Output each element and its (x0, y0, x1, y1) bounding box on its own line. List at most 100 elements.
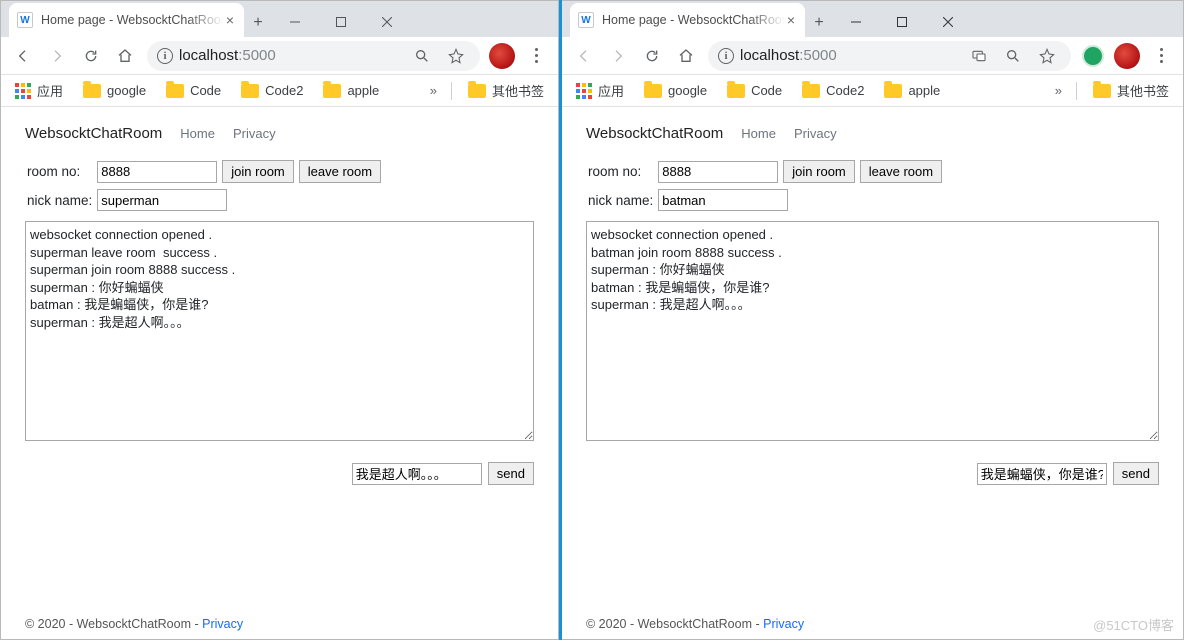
home-button[interactable] (109, 40, 141, 72)
bookmark-folder-code[interactable]: Code (158, 77, 229, 105)
zoom-icon[interactable] (408, 42, 436, 70)
folder-icon (727, 84, 745, 98)
send-button[interactable]: send (1113, 462, 1159, 485)
favicon-icon: W (578, 12, 594, 28)
site-info-icon[interactable]: i (718, 48, 734, 64)
room-no-input[interactable] (658, 161, 778, 183)
apps-button[interactable]: 应用 (7, 77, 71, 105)
window-maximize-button[interactable] (879, 7, 925, 37)
window-minimize-button[interactable] (833, 7, 879, 37)
url-host: localhost (740, 47, 799, 64)
tab-strip: W Home page - WebsocktChatRoom × + (562, 1, 1183, 37)
folder-icon (644, 84, 662, 98)
folder-icon (241, 84, 259, 98)
page-footer: © 2020 - WebsocktChatRoom - Privacy (1, 603, 558, 639)
join-room-button[interactable]: join room (222, 160, 293, 183)
browser-toolbar: i localhost:5000 (1, 37, 558, 75)
nav-link-home[interactable]: Home (741, 126, 776, 141)
forward-button[interactable] (41, 40, 73, 72)
profile-avatar[interactable] (1111, 40, 1143, 72)
back-button[interactable] (7, 40, 39, 72)
bookmarks-overflow-button[interactable]: » (424, 83, 443, 98)
bookmarks-bar: 应用 google Code Code2 apple » 其他书签 (562, 75, 1183, 107)
chrome-menu-button[interactable] (1145, 40, 1177, 72)
bookmark-folder-apple[interactable]: apple (876, 77, 948, 105)
nav-link-home[interactable]: Home (180, 126, 215, 141)
chrome-menu-button[interactable] (520, 40, 552, 72)
bookmark-folder-apple[interactable]: apple (315, 77, 387, 105)
other-bookmarks-button[interactable]: 其他书签 (1085, 77, 1177, 105)
site-navbar: WebsocktChatRoom Home Privacy (25, 119, 534, 148)
folder-icon (323, 84, 341, 98)
window-close-button[interactable] (364, 7, 410, 37)
reload-button[interactable] (75, 40, 107, 72)
zoom-icon[interactable] (999, 42, 1027, 70)
leave-room-button[interactable]: leave room (860, 160, 942, 183)
folder-icon (802, 84, 820, 98)
apps-grid-icon (15, 83, 31, 99)
browser-toolbar: i localhost:5000 (562, 37, 1183, 75)
bookmark-star-icon[interactable] (1033, 42, 1061, 70)
apps-label: 应用 (598, 81, 624, 100)
message-input[interactable] (352, 463, 482, 485)
tab-title: Home page - WebsocktChatRoom (41, 13, 224, 27)
message-input[interactable] (977, 463, 1107, 485)
tab-active[interactable]: W Home page - WebsocktChatRoom × (9, 3, 244, 37)
chat-log[interactable] (586, 221, 1159, 441)
other-bookmarks-button[interactable]: 其他书签 (460, 77, 552, 105)
apps-grid-icon (576, 83, 592, 99)
room-no-input[interactable] (97, 161, 217, 183)
send-button[interactable]: send (488, 462, 534, 485)
page-footer: © 2020 - WebsocktChatRoom - Privacy (562, 603, 1183, 639)
profile-avatar[interactable] (486, 40, 518, 72)
nick-name-input[interactable] (658, 189, 788, 211)
bookmark-folder-code2[interactable]: Code2 (233, 77, 311, 105)
back-button[interactable] (568, 40, 600, 72)
navbar-brand[interactable]: WebsocktChatRoom (586, 125, 723, 142)
navbar-brand[interactable]: WebsocktChatRoom (25, 125, 162, 142)
new-tab-button[interactable]: + (244, 9, 272, 37)
close-tab-icon[interactable]: × (785, 12, 797, 28)
nick-name-input[interactable] (97, 189, 227, 211)
site-info-icon[interactable]: i (157, 48, 173, 64)
browser-window-left: W Home page - WebsocktChatRoom × + i loc… (0, 0, 559, 640)
bookmark-folder-code[interactable]: Code (719, 77, 790, 105)
window-minimize-button[interactable] (272, 7, 318, 37)
close-tab-icon[interactable]: × (224, 12, 236, 28)
forward-button[interactable] (602, 40, 634, 72)
window-close-button[interactable] (925, 7, 971, 37)
profile-avatar-guest[interactable] (1077, 40, 1109, 72)
separator (451, 82, 452, 100)
label-nick-name: nick name: (588, 187, 656, 213)
site-navbar: WebsocktChatRoom Home Privacy (586, 119, 1159, 148)
address-bar[interactable]: i localhost:5000 (708, 41, 1071, 71)
reload-button[interactable] (636, 40, 668, 72)
chat-log[interactable] (25, 221, 534, 441)
join-room-button[interactable]: join room (783, 160, 854, 183)
home-button[interactable] (670, 40, 702, 72)
footer-privacy-link[interactable]: Privacy (202, 617, 243, 631)
url-path: :5000 (238, 47, 276, 64)
nav-link-privacy[interactable]: Privacy (233, 126, 276, 141)
leave-room-button[interactable]: leave room (299, 160, 381, 183)
apps-button[interactable]: 应用 (568, 77, 632, 105)
bookmark-folder-google[interactable]: google (636, 77, 715, 105)
apps-label: 应用 (37, 81, 63, 100)
label-room-no: room no: (588, 158, 656, 185)
bookmarks-overflow-button[interactable]: » (1049, 83, 1068, 98)
bookmark-star-icon[interactable] (442, 42, 470, 70)
address-bar[interactable]: i localhost:5000 (147, 41, 480, 71)
window-maximize-button[interactable] (318, 7, 364, 37)
nav-link-privacy[interactable]: Privacy (794, 126, 837, 141)
footer-privacy-link[interactable]: Privacy (763, 617, 804, 631)
separator (1076, 82, 1077, 100)
tab-active[interactable]: W Home page - WebsocktChatRoom × (570, 3, 805, 37)
bookmarks-bar: 应用 google Code Code2 apple » 其他书签 (1, 75, 558, 107)
url-path: :5000 (799, 47, 837, 64)
desktop-site-icon[interactable] (965, 42, 993, 70)
folder-icon (83, 84, 101, 98)
folder-icon (884, 84, 902, 98)
bookmark-folder-code2[interactable]: Code2 (794, 77, 872, 105)
bookmark-folder-google[interactable]: google (75, 77, 154, 105)
new-tab-button[interactable]: + (805, 9, 833, 37)
